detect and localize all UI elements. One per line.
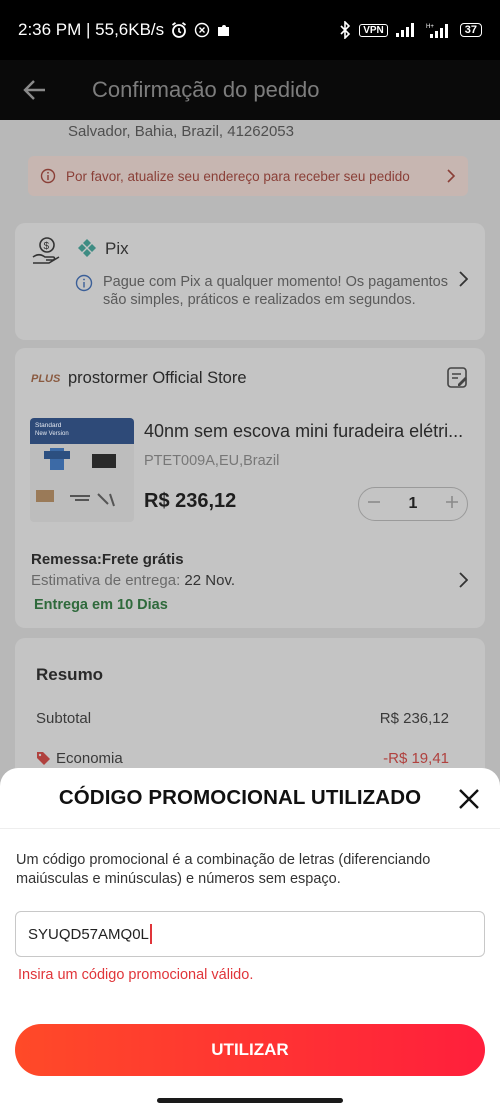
address-text: Salvador, Bahia, Brazil, 41262053 [68, 123, 294, 140]
sheet-title: CÓDIGO PROMOCIONAL UTILIZADO [58, 786, 422, 809]
minus-icon [368, 501, 380, 503]
arrow-left-icon [23, 80, 45, 100]
chevron-right-icon [447, 169, 456, 183]
chevron-right-icon [459, 271, 468, 287]
thumb-text-2: New Version [35, 431, 69, 437]
close-icon [459, 789, 479, 809]
promo-description: Um código promocional é a combinação de … [16, 852, 431, 887]
quantity-value[interactable]: 1 [409, 495, 418, 513]
promo-code-input[interactable]: SYUQD57AMQ0L [15, 911, 485, 957]
divider [0, 828, 500, 829]
payment-info: Pague com Pix a qualquer momento! Os pag… [75, 273, 455, 309]
apply-button[interactable]: UTILIZAR [15, 1024, 485, 1076]
promo-error-message: Insira um código promocional válido. [18, 967, 254, 983]
address-warning-text: Por favor, atualize seu endereço para re… [66, 168, 410, 184]
thumb-text-1: Standard [35, 422, 62, 429]
status-time: 2:36 PM | 55,6KB/s [18, 20, 165, 39]
home-indicator[interactable] [157, 1098, 343, 1103]
summary-card: Resumo Subtotal R$ 236,12 Economia -R$ 1… [15, 638, 485, 778]
svg-text:$: $ [44, 241, 50, 252]
summary-title: Resumo [36, 665, 104, 684]
status-bar: 2:36 PM | 55,6KB/s VPN H+ 37 [0, 0, 500, 60]
svg-text:H+: H+ [426, 24, 434, 30]
close-button[interactable] [456, 786, 482, 812]
app-header: Confirmação do pedido [0, 60, 500, 120]
puzzle-icon [216, 22, 232, 38]
economy-label: Economia [56, 750, 123, 767]
signal-hplus-icon: H+ [426, 22, 452, 38]
estimate-date: 22 Nov. [184, 572, 236, 589]
chevron-right-icon [459, 572, 468, 588]
page-title: Confirmação do pedido [92, 77, 320, 102]
edit-note-icon[interactable] [447, 367, 469, 389]
product-price: R$ 236,12 [144, 490, 237, 512]
delivery-days: Entrega em 10 Dias [34, 597, 168, 613]
signal-icon [395, 23, 418, 37]
bluetooth-icon [339, 21, 351, 39]
shipping-label: Remessa:Frete grátis [31, 551, 184, 568]
increase-button[interactable] [445, 494, 459, 514]
subtotal-label: Subtotal [36, 710, 92, 727]
plus-icon [446, 496, 458, 508]
payment-card[interactable]: $ Pix Pague com Pix a qualquer momento! … [15, 223, 485, 340]
product-variant: PTET009A,EU,Brazil [144, 453, 280, 469]
decrease-button[interactable] [367, 494, 381, 514]
delivery-estimate[interactable]: Estimativa de entrega: 22 Nov. [31, 572, 235, 589]
product-card: PLUS prostormer Official Store Standard … [15, 348, 485, 628]
promo-code-sheet: CÓDIGO PROMOCIONAL UTILIZADO Um código p… [0, 768, 500, 1111]
plus-logo: PLUS [31, 373, 61, 385]
product-title[interactable]: 40nm sem escova mini furadeira elétri... [144, 421, 463, 442]
pix-icon [78, 239, 96, 257]
battery-icon: 37 [459, 23, 482, 37]
info-icon [75, 274, 93, 292]
quantity-stepper: 1 [358, 487, 468, 521]
subtotal-value: R$ 236,12 [379, 710, 449, 727]
text-caret [149, 924, 152, 944]
payment-method-name: Pix [105, 239, 129, 258]
alarm-icon [170, 21, 188, 39]
subtotal-row: Subtotal R$ 236,12 [36, 710, 449, 727]
product-thumbnail[interactable]: Standard New Version [30, 418, 134, 522]
vpn-icon: VPN [359, 23, 388, 37]
estimate-label: Estimativa de entrega: [31, 572, 181, 589]
back-button[interactable] [0, 60, 70, 120]
info-icon [40, 168, 56, 184]
address-warning[interactable]: Por favor, atualize seu endereço para re… [28, 156, 468, 196]
economy-row[interactable]: Economia -R$ 19,41 [36, 750, 449, 767]
economy-value: -R$ 19,41 [383, 750, 449, 767]
x-circle-icon [194, 22, 210, 38]
promo-code-value: SYUQD57AMQ0L [28, 925, 149, 943]
payment-info-text: Pague com Pix a qualquer momento! Os pag… [103, 274, 448, 308]
store-name[interactable]: prostormer Official Store [68, 369, 247, 388]
tag-icon [37, 752, 50, 765]
money-hand-icon: $ [32, 237, 60, 264]
